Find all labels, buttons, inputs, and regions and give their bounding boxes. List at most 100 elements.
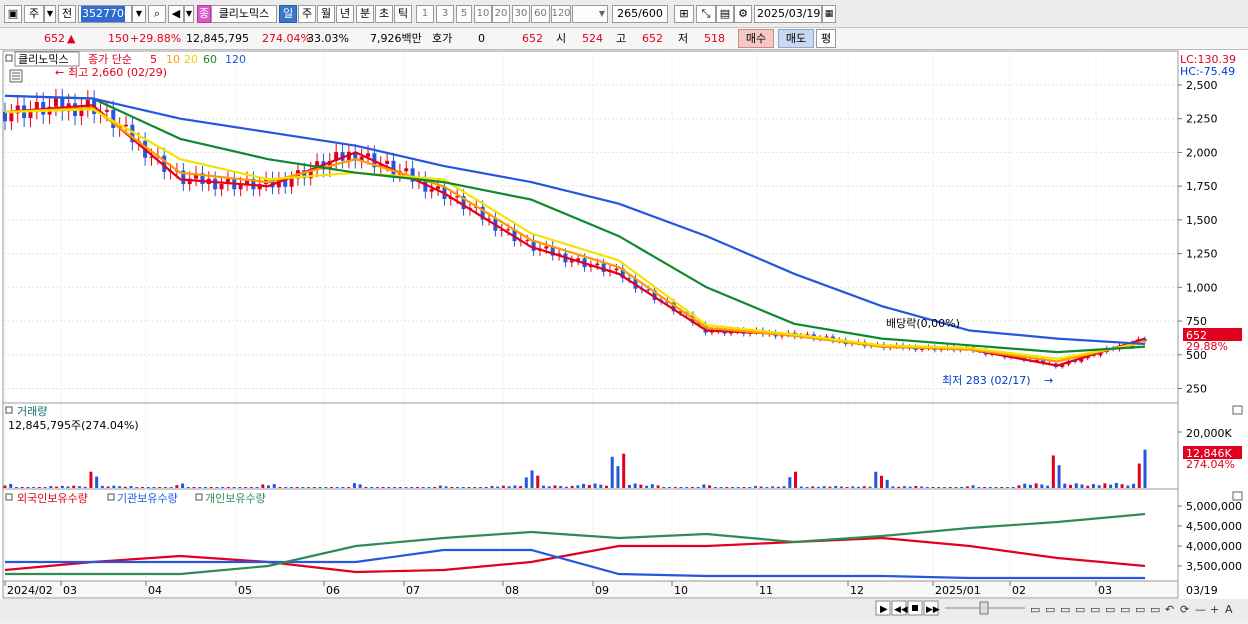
tab-period-2[interactable]: 월 [317,5,335,23]
stock-code-input[interactable]: 352770 [78,5,132,23]
tab-interval-0[interactable]: 1 [416,5,434,23]
tool-scale-icon[interactable]: ▭ [1135,603,1145,616]
tab-period-4[interactable]: 분 [356,5,374,23]
tab-interval-label: 10 [476,8,490,19]
average-button[interactable]: 평 [816,29,836,48]
zoom-in-icon[interactable]: + [1210,603,1219,616]
sell-button[interactable]: 매도 [778,29,814,48]
auto-icon[interactable]: A [1225,603,1233,616]
volume-bar [937,487,941,488]
tab-interval-4[interactable]: 20 [492,5,510,23]
tool-rect-icon[interactable]: ▭ [1030,603,1040,616]
date-input[interactable]: 2025/03/19 [754,5,822,23]
tab-period-0[interactable]: 일 [279,5,297,23]
volume-bar [49,486,53,488]
tab-period-label: 일 [282,7,294,20]
volume-bar [118,486,122,488]
candle-body [385,160,390,164]
zoom-slider-thumb[interactable] [979,601,989,615]
tab-interval-2[interactable]: 5 [456,5,472,23]
volume-bar [805,487,809,488]
tool-sync-icon[interactable]: ▭ [1150,603,1160,616]
volume-bar [639,484,643,488]
volume-bar [616,466,620,488]
volume-bar [1137,463,1141,488]
volume-bar [931,487,935,488]
bar-count-field[interactable]: 265/600 [612,5,668,23]
volume-bar [192,487,196,488]
undo-icon[interactable]: ↶ [1165,603,1174,616]
interval-custom-select[interactable]: ▼ [572,5,608,23]
x-axis-label: 12 [850,584,864,597]
save-icon[interactable]: ▤ [716,5,734,23]
candle-body [219,184,224,190]
volume-bar [169,487,173,488]
gear-icon[interactable]: ⚙ [734,5,752,23]
zoom-out-icon[interactable]: — [1195,603,1206,616]
code-dropdown-icon[interactable]: ▼ [132,5,146,23]
volume-bar [478,487,482,488]
tab-period-label: 분 [359,7,371,20]
candle-body [104,109,109,112]
quote-bar: 652 ▲ 150 +29.88% 12,845,795 274.04% 33.… [0,28,1248,50]
volume-bar [942,487,946,488]
tab-period-1[interactable]: 주 [298,5,316,23]
refresh-icon[interactable]: ⟳ [1180,603,1189,616]
candle-body [506,229,511,231]
window-menu-icon[interactable]: ▣ [4,5,22,23]
tool-split-icon[interactable]: ▭ [1090,603,1100,616]
prev-button[interactable]: 전 [58,5,76,23]
tab-period-3[interactable]: 년 [336,5,354,23]
tool-copy-icon[interactable]: ▭ [1045,603,1055,616]
volume-bar [352,483,356,488]
tab-period-6[interactable]: 틱 [394,5,412,23]
volume-bar [244,487,248,488]
volume-bar [490,485,494,488]
tab-interval-6[interactable]: 60 [531,5,550,23]
volume-bar [129,486,133,488]
chevron-down-icon[interactable]: ▼ [44,5,56,23]
tab-period-5[interactable]: 초 [375,5,393,23]
volume-bar [278,487,282,488]
tool-lock-icon[interactable]: ▭ [1060,603,1070,616]
chart-area[interactable]: 2,500 2,250 2,000 1,750 1,500 1,250 1,000 750 5 0… [0,50,1248,621]
tab-interval-1[interactable]: 3 [436,5,454,23]
volume-bar [960,487,964,488]
volume-bar [1120,484,1124,488]
buy-button[interactable]: 매수 [738,29,774,48]
holdings-tick-label: 5,000,000 [1186,500,1242,513]
stock-name-field[interactable]: 클리노믹스 [211,5,277,23]
tool-view-icon[interactable]: ▭ [1075,603,1085,616]
tool-grid-icon[interactable]: ▭ [1105,603,1115,616]
tab-interval-3[interactable]: 10 [474,5,492,23]
volume-value-text: 12,845,795주(274.04%) [8,419,139,432]
crosshair-icon[interactable]: ⤡ [696,5,716,23]
calendar-icon[interactable]: ▦ [822,5,836,23]
stock-type-select[interactable]: 주 [24,5,44,23]
volume-bar [1040,484,1044,488]
volume-bar [135,487,139,488]
volume-bar [307,487,311,488]
volume-bar [885,479,889,488]
ma-period-10: 10 [166,53,180,66]
candle-type-icon[interactable]: ⊞ [674,5,694,23]
volume-bar [650,484,654,488]
tool-cube-icon[interactable]: ▭ [1120,603,1130,616]
high-label: 고 [616,32,627,45]
volume-bar [513,485,517,488]
speaker-icon[interactable]: ◀ [168,5,184,23]
play-icon: ▶ [880,604,888,615]
volume-close-icon[interactable] [1232,405,1243,415]
stock-chart[interactable]: 2,500 2,250 2,000 1,750 1,500 1,250 1,000 750 5 0… [0,50,1248,621]
volume-bar [20,487,24,488]
volume-bar [226,487,230,488]
candle-body [53,98,58,107]
volume-bar [1063,483,1067,488]
tab-interval-5[interactable]: 30 [512,5,530,23]
x-axis-label: 03 [1098,584,1112,597]
holdings-close-icon[interactable] [1232,491,1243,501]
tab-interval-7[interactable]: 120 [551,5,571,23]
search-icon[interactable]: ⌕ [148,5,166,23]
speaker-dropdown-icon[interactable]: ▼ [184,5,194,23]
volume-bar [713,487,717,488]
